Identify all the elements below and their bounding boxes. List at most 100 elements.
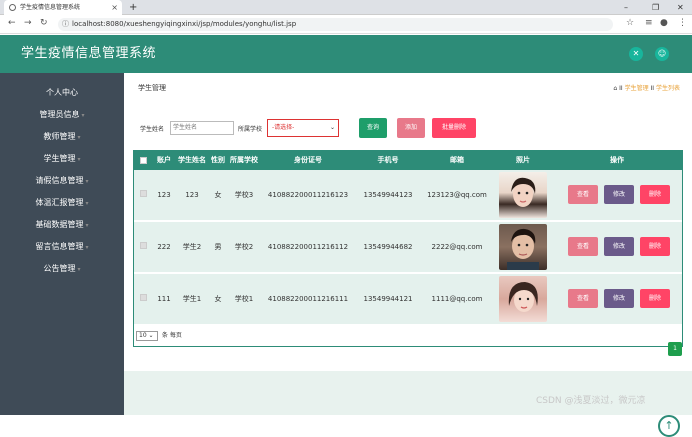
arrow-up-icon: ↑ bbox=[664, 419, 674, 432]
col-name: 学生姓名 bbox=[178, 156, 206, 164]
chevron-down-icon: ⌄ bbox=[329, 124, 335, 131]
info-icon[interactable]: ⓘ bbox=[62, 18, 69, 31]
back-icon[interactable]: ← bbox=[8, 18, 16, 28]
cell-email: 123123@qq.com bbox=[427, 191, 487, 199]
select-all-checkbox[interactable] bbox=[140, 157, 147, 164]
chevron-down-icon: ▾ bbox=[77, 134, 81, 141]
profile-icon[interactable]: ● bbox=[660, 18, 668, 28]
cell-school: 学校3 bbox=[234, 191, 254, 199]
bookmark-star-icon[interactable]: ☆ bbox=[626, 18, 634, 28]
menu-icon[interactable]: ⋮ bbox=[678, 18, 687, 28]
shrink-icon[interactable]: ✕ bbox=[629, 47, 643, 61]
col-idcard: 身份证号 bbox=[294, 156, 322, 164]
cell-school: 学校2 bbox=[234, 243, 254, 251]
sidebar-item-label: 请假信息管理 bbox=[35, 176, 84, 185]
address-bar-row: ← → ↻ ⓘ localhost:8080/xueshengyiqingxin… bbox=[0, 15, 692, 34]
col-actions: 操作 bbox=[610, 156, 624, 164]
sidebar-item-basedata[interactable]: 基础数据管理 ▾ bbox=[0, 215, 124, 235]
edit-button[interactable]: 修改 bbox=[604, 185, 634, 204]
home-icon[interactable]: ⌂ bbox=[613, 85, 617, 92]
sidebar-item-message[interactable]: 留言信息管理 ▾ bbox=[0, 237, 124, 257]
reload-icon[interactable]: ↻ bbox=[40, 18, 48, 28]
cell-school: 学校1 bbox=[234, 295, 254, 303]
delete-button[interactable]: 删除 bbox=[640, 289, 670, 308]
url-field[interactable]: ⓘ localhost:8080/xueshengyiqingxinxi/jsp… bbox=[58, 18, 613, 31]
sidebar-item-teacher[interactable]: 教师管理 ▾ bbox=[0, 127, 124, 147]
portrait-image bbox=[507, 228, 539, 270]
batch-delete-button[interactable]: 批量删除 bbox=[432, 118, 476, 138]
cell-idcard: 410882200011216123 bbox=[267, 191, 349, 199]
cell-idcard: 410882200011216112 bbox=[267, 243, 349, 251]
cell-gender: 女 bbox=[214, 191, 222, 199]
tab-close-icon[interactable]: × bbox=[111, 0, 118, 15]
back-to-top-button[interactable]: ↑ bbox=[658, 415, 680, 437]
sidebar-item-student[interactable]: 学生管理 ▾ bbox=[0, 149, 124, 169]
table-header: 账户 学生姓名 性别 所属学校 身份证号 手机号 邮箱 照片 操作 bbox=[134, 151, 682, 170]
app-root: 学生疫情信息管理系统 ✕ ☺ 个人中心 管理员信息 ▾ 教师管理 ▾ 学生管理 ▾ 请… bbox=[0, 35, 692, 437]
view-button[interactable]: 查看 bbox=[568, 185, 598, 204]
cell-account: 123 bbox=[157, 191, 171, 199]
name-filter-input[interactable]: 学生姓名 bbox=[170, 121, 234, 135]
delete-button[interactable]: 删除 bbox=[640, 185, 670, 204]
row-checkbox[interactable] bbox=[140, 190, 147, 197]
sidebar-item-admin[interactable]: 管理员信息 ▾ bbox=[0, 105, 124, 125]
sidebar-item-label: 管理员信息 bbox=[39, 110, 80, 119]
col-phone: 手机号 bbox=[377, 156, 399, 164]
sidebar-item-label: 学生管理 bbox=[43, 154, 76, 163]
window-close-button[interactable]: ✕ bbox=[677, 0, 684, 15]
view-button[interactable]: 查看 bbox=[568, 237, 598, 256]
sidebar-item-label: 教师管理 bbox=[43, 132, 76, 141]
delete-button[interactable]: 删除 bbox=[640, 237, 670, 256]
cell-name: 123 bbox=[185, 191, 199, 199]
browser-tab-bar: 学生疫情信息管理系统 × + – ❐ ✕ bbox=[0, 0, 692, 15]
user-icon[interactable]: ☺ bbox=[655, 47, 669, 61]
cell-email: 1111@qq.com bbox=[431, 295, 483, 303]
row-checkbox[interactable] bbox=[140, 242, 147, 249]
student-table: 账户 学生姓名 性别 所属学校 身份证号 手机号 邮箱 照片 操作 123 12… bbox=[133, 150, 683, 347]
app-title: 学生疫情信息管理系统 bbox=[21, 46, 157, 61]
page-size-select[interactable]: 10 ⌄ bbox=[136, 330, 158, 341]
reading-list-icon[interactable]: ≡ bbox=[645, 18, 653, 28]
page-size-control: 10 ⌄ 条 每页 bbox=[136, 330, 182, 341]
student-photo bbox=[499, 224, 547, 270]
restore-button[interactable]: ❐ bbox=[652, 0, 659, 15]
page-favicon-icon bbox=[9, 4, 16, 11]
content-panel: 学生管理 ⌂ II 学生管理 II 学生列表 学生姓名 学生姓名 所属学校 -请… bbox=[124, 73, 692, 371]
breadcrumb-parent[interactable]: 学生管理 bbox=[625, 85, 649, 92]
forward-icon[interactable]: → bbox=[24, 18, 32, 28]
school-select[interactable]: -请选择- ⌄ bbox=[267, 119, 339, 137]
page-size-value: 10 bbox=[139, 331, 147, 339]
table-row: 123 123 女 学校3 410882200011216123 1354994… bbox=[134, 170, 682, 220]
student-photo bbox=[499, 276, 547, 322]
top-header: 学生疫情信息管理系统 ✕ ☺ bbox=[0, 35, 692, 73]
sidebar-item-leave[interactable]: 请假信息管理 ▾ bbox=[0, 171, 124, 191]
breadcrumb-sep: II bbox=[619, 85, 623, 92]
page-button-current[interactable]: 1 bbox=[668, 342, 682, 356]
chevron-down-icon: ▾ bbox=[85, 178, 89, 185]
edit-button[interactable]: 修改 bbox=[604, 289, 634, 308]
chevron-down-icon: ▾ bbox=[85, 200, 89, 207]
view-button[interactable]: 查看 bbox=[568, 289, 598, 308]
table-row: 222 学生2 男 学校2 410882200011216112 1354994… bbox=[134, 222, 682, 272]
edit-button[interactable]: 修改 bbox=[604, 237, 634, 256]
main-area: 学生管理 ⌂ II 学生管理 II 学生列表 学生姓名 学生姓名 所属学校 -请… bbox=[124, 73, 692, 437]
sidebar-item-label: 留言信息管理 bbox=[35, 242, 84, 251]
breadcrumb: ⌂ II 学生管理 II 学生列表 bbox=[613, 83, 680, 92]
browser-tab[interactable]: 学生疫情信息管理系统 × bbox=[4, 0, 122, 15]
cell-account: 222 bbox=[157, 243, 171, 251]
cell-phone: 13549944682 bbox=[363, 243, 413, 251]
sidebar-item-label: 公告管理 bbox=[43, 264, 76, 273]
sidebar-item-personal[interactable]: 个人中心 bbox=[0, 83, 124, 103]
cell-name: 学生1 bbox=[182, 295, 202, 303]
search-button[interactable]: 查询 bbox=[359, 118, 387, 138]
cell-phone: 13549944121 bbox=[363, 295, 413, 303]
cell-idcard: 410882200011216111 bbox=[267, 295, 349, 303]
page-title: 学生管理 bbox=[138, 84, 166, 92]
sidebar-item-notice[interactable]: 公告管理 ▾ bbox=[0, 259, 124, 279]
new-tab-button[interactable]: + bbox=[129, 0, 137, 15]
minimize-button[interactable]: – bbox=[624, 0, 628, 15]
sidebar-item-temperature[interactable]: 体温汇报管理 ▾ bbox=[0, 193, 124, 213]
add-button[interactable]: 添加 bbox=[397, 118, 425, 138]
col-school: 所属学校 bbox=[230, 156, 258, 164]
row-checkbox[interactable] bbox=[140, 294, 147, 301]
